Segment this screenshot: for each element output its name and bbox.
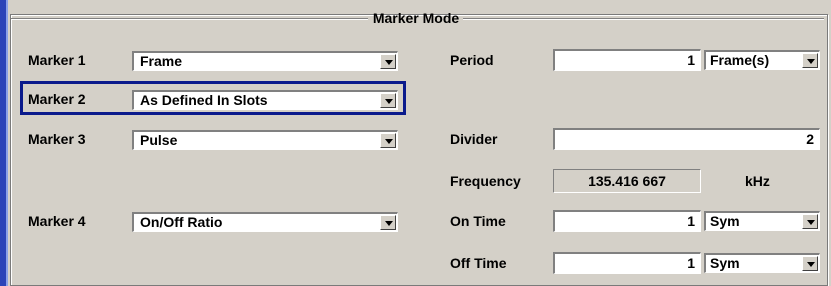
chevron-down-icon[interactable] <box>802 214 818 229</box>
marker-3-dropdown[interactable]: Pulse <box>132 130 398 150</box>
divider-input[interactable]: 2 <box>553 128 820 150</box>
period-label: Period <box>450 52 494 68</box>
marker-2-dropdown[interactable]: As Defined In Slots <box>132 90 398 110</box>
marker-4-dropdown[interactable]: On/Off Ratio <box>132 212 398 232</box>
chevron-down-icon[interactable] <box>802 256 818 271</box>
chevron-down-icon[interactable] <box>802 53 818 68</box>
window-edge-highlight <box>6 0 8 286</box>
on-time-label: On Time <box>450 213 506 229</box>
chevron-down-icon[interactable] <box>380 133 396 148</box>
off-time-input[interactable]: 1 <box>553 252 701 274</box>
off-time-label: Off Time <box>450 255 507 271</box>
period-unit: Frame(s) <box>710 52 770 68</box>
frequency-unit: kHz <box>745 173 770 189</box>
on-time-value: 1 <box>687 213 695 229</box>
off-time-value: 1 <box>687 255 695 271</box>
groupbox-top-border-left <box>11 18 368 20</box>
marker-2-label: Marker 2 <box>28 91 86 107</box>
period-value: 1 <box>687 52 695 68</box>
marker-4-label: Marker 4 <box>28 213 86 229</box>
marker-2-value: As Defined In Slots <box>140 92 268 108</box>
marker-3-value: Pulse <box>140 132 178 148</box>
marker-4-value: On/Off Ratio <box>140 214 223 230</box>
chevron-down-icon[interactable] <box>380 54 396 69</box>
period-input[interactable]: 1 <box>553 49 701 71</box>
on-time-input[interactable]: 1 <box>553 210 701 232</box>
frequency-label: Frequency <box>450 173 521 189</box>
group-title: Marker Mode <box>372 10 460 26</box>
off-time-unit: Sym <box>710 255 740 271</box>
marker-1-label: Marker 1 <box>28 52 86 68</box>
divider-label: Divider <box>450 131 498 147</box>
on-time-unit-dropdown[interactable]: Sym <box>704 211 820 231</box>
frequency-readout: 135.416 667 <box>553 169 701 193</box>
period-unit-dropdown[interactable]: Frame(s) <box>704 50 820 70</box>
chevron-down-icon[interactable] <box>380 93 396 108</box>
chevron-down-icon[interactable] <box>380 215 396 230</box>
on-time-unit: Sym <box>710 213 740 229</box>
divider-value: 2 <box>806 131 814 147</box>
marker-1-dropdown[interactable]: Frame <box>132 51 398 71</box>
marker-3-label: Marker 3 <box>28 131 86 147</box>
groupbox-top-border-right <box>463 18 824 20</box>
off-time-unit-dropdown[interactable]: Sym <box>704 253 820 273</box>
marker-1-value: Frame <box>140 53 183 69</box>
